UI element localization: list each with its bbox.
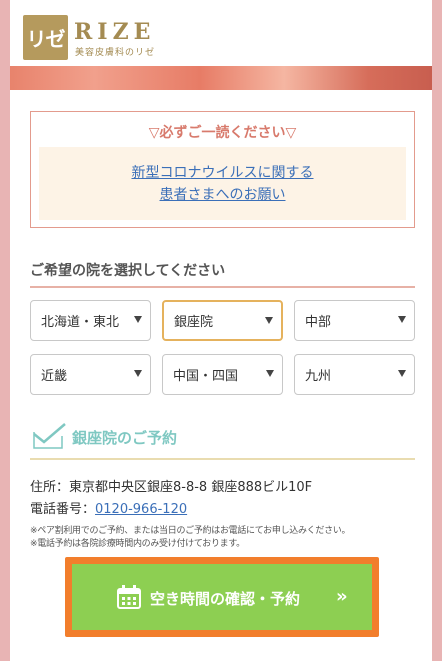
select-value: 近畿 <box>41 369 68 384</box>
select-value: 北海道・東北 <box>41 315 120 330</box>
cta-frame: 空き時間の確認・予約 » <box>65 557 379 637</box>
dropdown-arrow-icon <box>266 370 274 377</box>
dropdown-arrow-icon <box>398 370 406 377</box>
region-select-chugoku-shikoku[interactable]: 中国・四国 <box>162 354 283 395</box>
hero-banner-strip <box>10 66 432 90</box>
check-availability-button[interactable]: 空き時間の確認・予約 » <box>72 564 372 630</box>
notice-title: ▽必ずご一読ください▽ <box>148 125 297 141</box>
region-select-hokkaido-tohoku[interactable]: 北海道・東北 <box>30 300 151 341</box>
phone-number-link[interactable]: 0120-966-120 <box>95 502 187 517</box>
region-select-chubu[interactable]: 中部 <box>294 300 415 341</box>
select-value: 中部 <box>305 315 332 330</box>
calendar-icon <box>117 585 141 609</box>
dropdown-arrow-icon <box>398 316 406 323</box>
divider <box>30 286 415 288</box>
region-select-kyushu[interactable]: 九州 <box>294 354 415 395</box>
select-value: 銀座院 <box>174 315 214 330</box>
select-value: 九州 <box>305 369 332 384</box>
divider <box>30 458 415 460</box>
covid-notice-link-2[interactable]: 患者さまへのお願い <box>39 184 406 206</box>
cta-label: 空き時間の確認・予約 <box>150 590 301 608</box>
select-value: 中国・四国 <box>173 369 239 384</box>
site-header: リゼ RIZE 美容皮膚科のリゼ <box>10 0 432 66</box>
region-select-kinki[interactable]: 近畿 <box>30 354 151 395</box>
clinic-select-heading: ご希望の院を選択してください <box>30 263 226 279</box>
clinic-address: 住所：東京都中央区銀座8-8-8 銀座888ビル10F <box>30 480 313 495</box>
page-frame: リゼ RIZE 美容皮膚科のリゼ ▽必ずご一読ください▽ 新型コロナウイルスに関… <box>10 0 432 661</box>
dropdown-arrow-icon <box>134 370 142 377</box>
logo-text[interactable]: RIZE <box>74 19 155 45</box>
reservation-note: ※電話予約は各院診療時間内のみ受け付けております。 <box>30 539 245 549</box>
phone-label: 電話番号： <box>30 502 96 517</box>
logo-mark[interactable]: リゼ <box>23 15 68 60</box>
checkmark-icon <box>33 423 66 449</box>
region-select-kanto[interactable]: 銀座院 <box>162 300 283 341</box>
chevron-right-icon: » <box>336 586 347 607</box>
reservation-note: ※ペア割利用でのご予約、または当日のご予約はお電話にてお申し込みください。 <box>30 526 351 536</box>
dropdown-arrow-icon <box>265 317 273 324</box>
reservation-title: 銀座院のご予約 <box>72 429 178 447</box>
dropdown-arrow-icon <box>134 316 142 323</box>
notice-box: ▽必ずご一読ください▽ 新型コロナウイルスに関する 患者さまへのお願い <box>30 111 415 228</box>
notice-link-area: 新型コロナウイルスに関する 患者さまへのお願い <box>39 147 406 220</box>
covid-notice-link[interactable]: 新型コロナウイルスに関する <box>39 162 406 184</box>
clinic-phone: 電話番号：0120-966-120 <box>30 498 187 517</box>
logo-subtitle: 美容皮膚科のリゼ <box>75 48 156 58</box>
